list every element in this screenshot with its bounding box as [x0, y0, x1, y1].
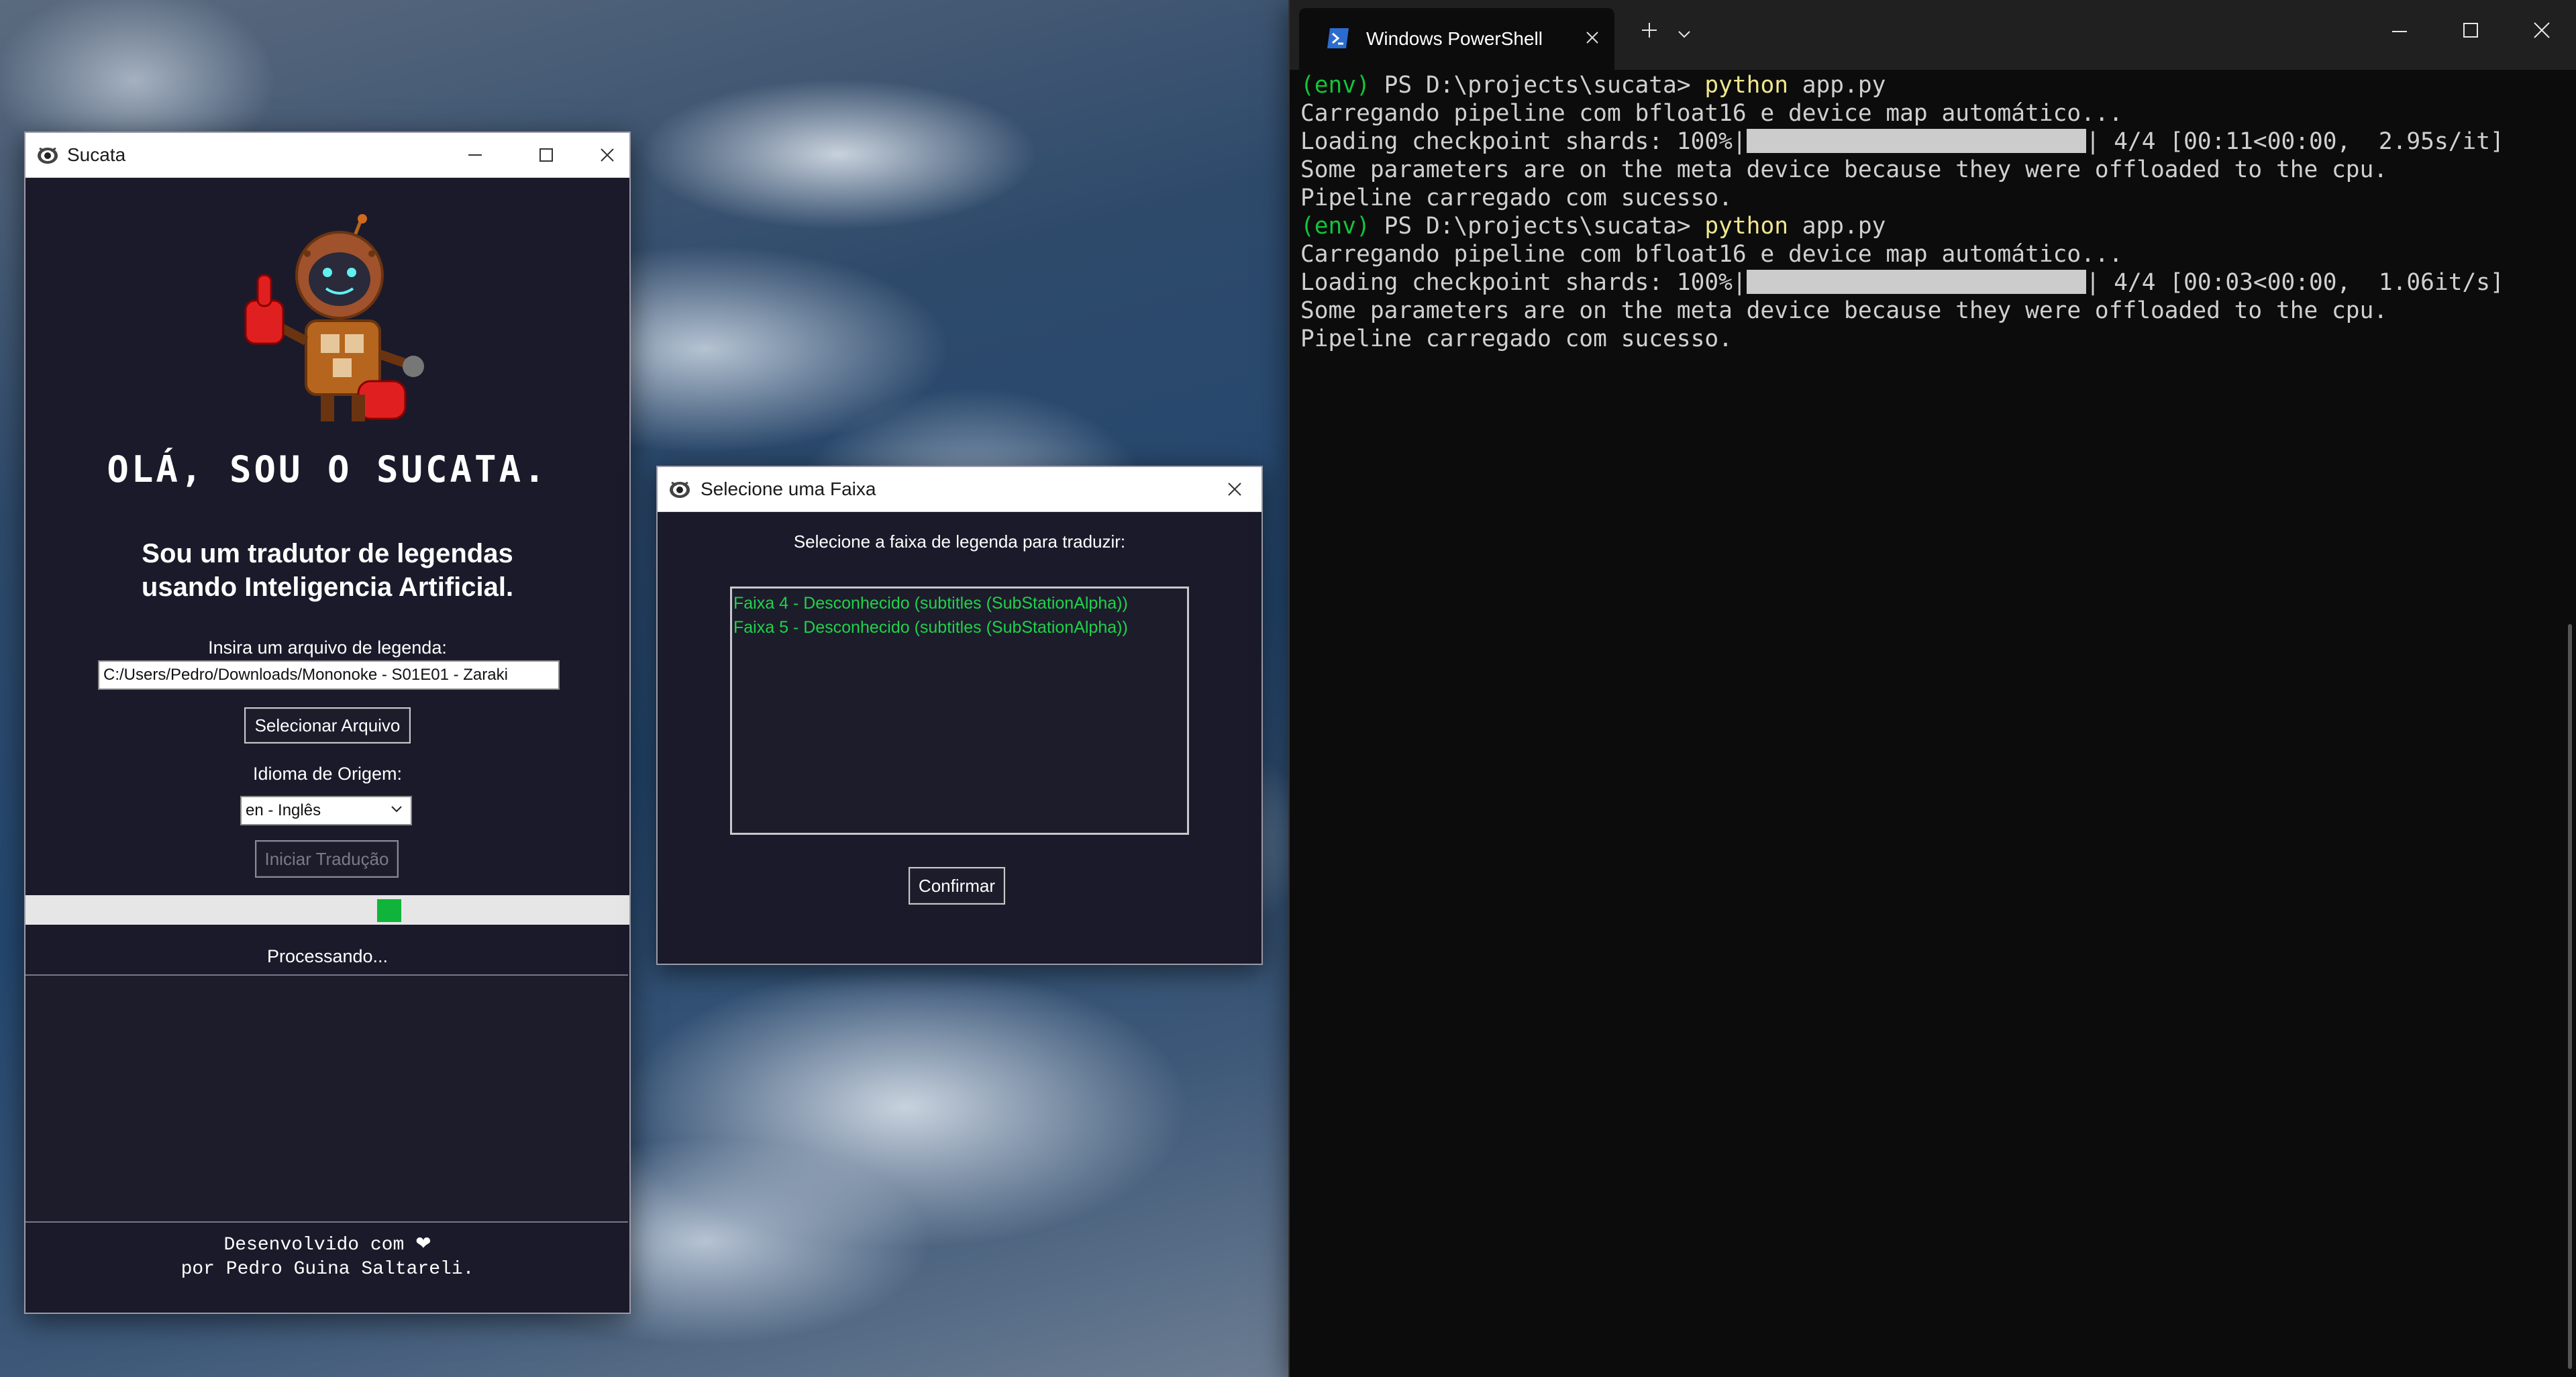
terminal-line: Loading checkpoint shards: 100%| | 4/4 [0…	[1300, 268, 2504, 297]
track-selection-dialog: Selecione uma Faixa Selecione a faixa de…	[656, 466, 1263, 965]
subtitle-line-1: Sou um tradutor de legendas	[142, 539, 513, 568]
confirm-button[interactable]: Confirmar	[909, 867, 1005, 905]
track-listbox[interactable]: Faixa 4 - Desconhecido (subtitles (SubSt…	[730, 586, 1189, 835]
progress-prefix: Loading checkpoint shards: 100%|	[1300, 128, 1747, 155]
select-file-button[interactable]: Selecionar Arquivo	[244, 707, 411, 744]
progress-suffix: | 4/4 [00:03<00:00, 1.06it/s]	[2085, 269, 2504, 296]
chevron-down-icon[interactable]	[1676, 23, 1692, 48]
list-item[interactable]: Faixa 4 - Desconhecido (subtitles (SubSt…	[733, 591, 1186, 615]
status-text: Processando...	[266, 946, 389, 966]
file-path-input[interactable]: C:/Users/Pedro/Downloads/Mononoke - S01E…	[98, 660, 560, 690]
sucata-titlebar[interactable]: Sucata	[25, 133, 629, 178]
close-button[interactable]	[585, 133, 629, 177]
eye-icon	[36, 144, 59, 169]
language-select[interactable]: en - Inglês	[240, 796, 412, 825]
maximize-button[interactable]	[2461, 20, 2480, 45]
progress-prefix: Loading checkpoint shards: 100%|	[1300, 269, 1747, 296]
terminal-line: Pipeline carregado com sucesso.	[1300, 325, 1733, 352]
env-indicator: (env)	[1300, 213, 1370, 240]
close-tab-icon[interactable]	[1585, 28, 1600, 50]
footer-line-1: Desenvolvido com ❤	[223, 1235, 431, 1256]
terminal-line: Pipeline carregado com sucesso.	[1300, 185, 1733, 211]
dialog-prompt: Selecione a faixa de legenda para traduz…	[793, 531, 1126, 552]
terminal-tab-bar[interactable]: Windows PowerShell	[1290, 0, 2576, 70]
terminal-line: (env) PS D:\projects\sucata> python app.…	[1300, 71, 2504, 99]
powershell-window: Windows PowerShell (env) PS D:\projects\…	[1288, 0, 2576, 1377]
robot-thumbs-up-logo	[220, 213, 448, 428]
close-button[interactable]	[1208, 467, 1261, 511]
footer-credits: Desenvolvido com ❤ por Pedro Guina Salta…	[25, 1233, 629, 1282]
command-arg: app.py	[1788, 213, 1886, 240]
terminal-line: (env) PS D:\projects\sucata> python app.…	[1300, 212, 2504, 240]
tab-powershell[interactable]: Windows PowerShell	[1299, 8, 1614, 70]
prompt-text: PS D:\projects\sucata>	[1370, 213, 1705, 240]
subtitle-line-2: usando Inteligencia Artificial.	[141, 572, 514, 602]
new-tab-icon[interactable]	[1640, 20, 1659, 45]
env-indicator: (env)	[1300, 72, 1370, 99]
command-text: python	[1704, 72, 1788, 99]
window-title: Sucata	[67, 144, 126, 165]
progress-suffix: | 4/4 [00:11<00:00, 2.95s/it]	[2085, 128, 2504, 155]
progress-indicator	[377, 899, 401, 922]
footer-line-2: por Pedro Guina Saltareli.	[181, 1259, 474, 1280]
powershell-icon	[1326, 27, 1350, 53]
file-label: Insira um arquivo de legenda:	[208, 638, 447, 658]
terminal-output[interactable]: (env) PS D:\projects\sucata> python app.…	[1300, 71, 2504, 353]
sucata-window: Sucata OLÁ, SOU O SUCATA. Sou um traduto…	[24, 132, 631, 1314]
terminal-line: Carregando pipeline com bfloat16 e devic…	[1300, 100, 2123, 127]
terminal-line: Loading checkpoint shards: 100%| | 4/4 [0…	[1300, 128, 2504, 156]
terminal-line: Some parameters are on the meta device b…	[1300, 297, 2388, 324]
terminal-line: Some parameters are on the meta device b…	[1300, 156, 2388, 183]
chevron-down-icon	[389, 801, 404, 820]
tab-title: Windows PowerShell	[1366, 28, 1543, 49]
eye-icon	[668, 478, 691, 503]
command-text: python	[1704, 213, 1788, 240]
app-heading: OLÁ, SOU O SUCATA.	[107, 448, 548, 491]
dialog-title: Selecione uma Faixa	[701, 478, 876, 499]
log-output-area[interactable]	[25, 974, 628, 1223]
close-button[interactable]	[2532, 20, 2551, 45]
language-label: Idioma de Origem:	[252, 764, 403, 784]
app-subtitle: Sou um tradutor de legendas usando Intel…	[25, 537, 629, 604]
terminal-line: Carregando pipeline com bfloat16 e devic…	[1300, 241, 2123, 268]
scrollbar[interactable]	[2568, 624, 2572, 1369]
terminal-progress-bar	[1746, 129, 2086, 153]
language-value: en - Inglês	[246, 801, 321, 819]
terminal-progress-bar	[1746, 270, 2086, 294]
prompt-text: PS D:\projects\sucata>	[1370, 72, 1705, 99]
start-translation-button[interactable]: Iniciar Tradução	[255, 840, 399, 878]
maximize-button[interactable]	[513, 133, 580, 177]
list-item[interactable]: Faixa 5 - Desconhecido (subtitles (SubSt…	[733, 615, 1186, 640]
progress-bar	[25, 895, 629, 925]
command-arg: app.py	[1788, 72, 1886, 99]
minimize-button[interactable]	[442, 133, 509, 177]
dialog-titlebar[interactable]: Selecione uma Faixa	[658, 467, 1261, 512]
minimize-button[interactable]	[2390, 21, 2409, 46]
